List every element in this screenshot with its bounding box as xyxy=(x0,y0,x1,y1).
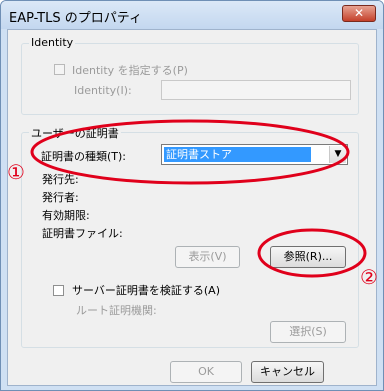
highlight-ellipse-browse xyxy=(257,228,367,278)
annotation-overlay xyxy=(30,119,367,278)
annotation-marker-2: ② xyxy=(360,265,378,289)
annotation-marker-1: ① xyxy=(7,160,25,184)
highlight-ellipse-cert-type xyxy=(30,119,350,185)
